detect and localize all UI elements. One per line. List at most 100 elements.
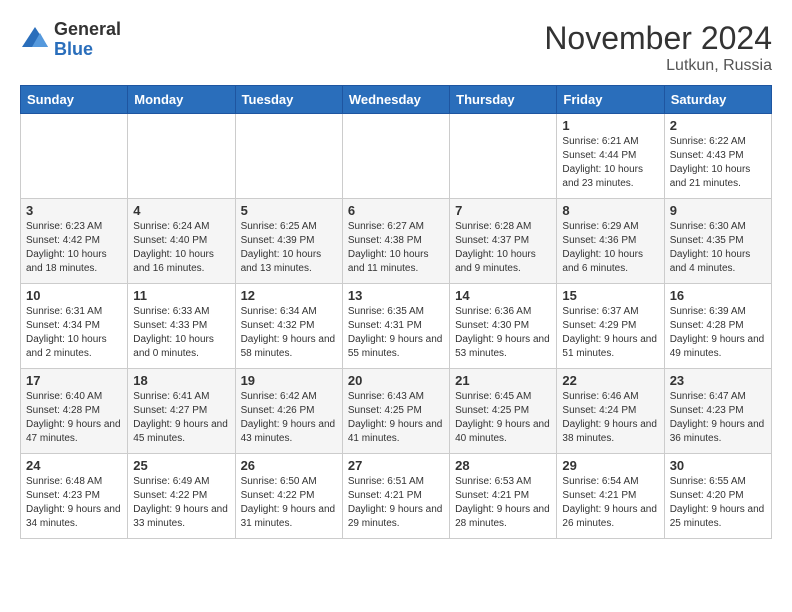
day-number: 9 [670,203,766,218]
day-number: 29 [562,458,658,473]
header-row: SundayMondayTuesdayWednesdayThursdayFrid… [21,86,772,114]
calendar-cell: 14Sunrise: 6:36 AM Sunset: 4:30 PM Dayli… [450,284,557,369]
day-number: 10 [26,288,122,303]
col-header-sunday: Sunday [21,86,128,114]
calendar-cell: 7 Sunrise: 6:28 AM Sunset: 4:37 PM Daylig… [450,199,557,284]
calendar-cell: 10 Sunrise: 6:31 AM Sunset: 4:34 PM Dayli… [21,284,128,369]
day-number: 25 [133,458,229,473]
col-header-friday: Friday [557,86,664,114]
day-number: 23 [670,373,766,388]
day-info: Sunrise: 6:33 AM Sunset: 4:33 PM Dayligh… [133,305,229,361]
week-row-3: 17 Sunrise: 6:40 AM Sunset: 4:28 PM Dayli… [21,369,772,454]
day-number: 7 [455,203,551,218]
week-row-0: 1 Sunrise: 6:21 AM Sunset: 4:44 PM Daylig… [21,114,772,199]
location-title: Lutkun, Russia [544,57,772,75]
day-info: Sunrise: 6:27 AM Sunset: 4:38 PM Dayligh… [348,220,444,276]
calendar-cell: 6 Sunrise: 6:27 AM Sunset: 4:38 PM Daylig… [342,199,449,284]
day-number: 26 [241,458,337,473]
logo-text: General Blue [54,20,121,60]
day-number: 19 [241,373,337,388]
day-info: Sunrise: 6:22 AM Sunset: 4:43 PM Dayligh… [670,135,766,191]
day-number: 8 [562,203,658,218]
calendar-cell: 29 Sunrise: 6:54 AM Sunset: 4:21 PM Dayli… [557,454,664,539]
day-info: Sunrise: 6:51 AM Sunset: 4:21 PM Dayligh… [348,475,444,531]
day-info: Sunrise: 6:29 AM Sunset: 4:36 PM Dayligh… [562,220,658,276]
day-info: Sunrise: 6:35 AM Sunset: 4:31 PM Dayligh… [348,305,444,361]
day-info: Sunrise: 6:25 AM Sunset: 4:39 PM Dayligh… [241,220,337,276]
calendar-cell: 3Sunrise: 6:23 AM Sunset: 4:42 PM Daylig… [21,199,128,284]
day-info: Sunrise: 6:49 AM Sunset: 4:22 PM Dayligh… [133,475,229,531]
calendar-body: 1 Sunrise: 6:21 AM Sunset: 4:44 PM Daylig… [21,114,772,539]
logo-icon [20,25,50,55]
day-info: Sunrise: 6:53 AM Sunset: 4:21 PM Dayligh… [455,475,551,531]
day-number: 5 [241,203,337,218]
day-number: 20 [348,373,444,388]
col-header-tuesday: Tuesday [235,86,342,114]
day-number: 6 [348,203,444,218]
calendar-cell: 15 Sunrise: 6:37 AM Sunset: 4:29 PM Dayli… [557,284,664,369]
calendar-cell: 2 Sunrise: 6:22 AM Sunset: 4:43 PM Daylig… [664,114,771,199]
calendar-cell: 18Sunrise: 6:41 AM Sunset: 4:27 PM Dayli… [128,369,235,454]
day-info: Sunrise: 6:54 AM Sunset: 4:21 PM Dayligh… [562,475,658,531]
calendar-cell: 12 Sunrise: 6:34 AM Sunset: 4:32 PM Dayli… [235,284,342,369]
calendar-cell: 5 Sunrise: 6:25 AM Sunset: 4:39 PM Daylig… [235,199,342,284]
calendar-cell: 25 Sunrise: 6:49 AM Sunset: 4:22 PM Dayli… [128,454,235,539]
day-number: 21 [455,373,551,388]
calendar-cell: 19 Sunrise: 6:42 AM Sunset: 4:26 PM Dayli… [235,369,342,454]
day-number: 2 [670,118,766,133]
day-info: Sunrise: 6:46 AM Sunset: 4:24 PM Dayligh… [562,390,658,446]
calendar-cell: 4Sunrise: 6:24 AM Sunset: 4:40 PM Daylig… [128,199,235,284]
calendar-cell: 28 Sunrise: 6:53 AM Sunset: 4:21 PM Dayli… [450,454,557,539]
calendar-cell: 24 Sunrise: 6:48 AM Sunset: 4:23 PM Dayli… [21,454,128,539]
calendar-cell: 16Sunrise: 6:39 AM Sunset: 4:28 PM Dayli… [664,284,771,369]
day-number: 14 [455,288,551,303]
day-info: Sunrise: 6:21 AM Sunset: 4:44 PM Dayligh… [562,135,658,191]
calendar-table: SundayMondayTuesdayWednesdayThursdayFrid… [20,85,772,539]
calendar-cell: 13 Sunrise: 6:35 AM Sunset: 4:31 PM Dayli… [342,284,449,369]
day-number: 28 [455,458,551,473]
calendar-cell [128,114,235,199]
calendar-cell [342,114,449,199]
col-header-saturday: Saturday [664,86,771,114]
day-number: 12 [241,288,337,303]
logo: General Blue [20,20,121,60]
calendar-cell: 30Sunrise: 6:55 AM Sunset: 4:20 PM Dayli… [664,454,771,539]
day-info: Sunrise: 6:30 AM Sunset: 4:35 PM Dayligh… [670,220,766,276]
day-info: Sunrise: 6:45 AM Sunset: 4:25 PM Dayligh… [455,390,551,446]
day-number: 17 [26,373,122,388]
calendar-cell: 1 Sunrise: 6:21 AM Sunset: 4:44 PM Daylig… [557,114,664,199]
week-row-4: 24 Sunrise: 6:48 AM Sunset: 4:23 PM Dayli… [21,454,772,539]
calendar-cell: 26 Sunrise: 6:50 AM Sunset: 4:22 PM Dayli… [235,454,342,539]
calendar-header: SundayMondayTuesdayWednesdayThursdayFrid… [21,86,772,114]
day-number: 1 [562,118,658,133]
day-info: Sunrise: 6:34 AM Sunset: 4:32 PM Dayligh… [241,305,337,361]
calendar-cell [450,114,557,199]
page-header: General Blue November 2024 Lutkun, Russi… [20,20,772,75]
day-number: 24 [26,458,122,473]
logo-general: General [54,20,121,40]
title-block: November 2024 Lutkun, Russia [544,20,772,75]
day-number: 18 [133,373,229,388]
calendar-cell: 23 Sunrise: 6:47 AM Sunset: 4:23 PM Dayli… [664,369,771,454]
day-info: Sunrise: 6:28 AM Sunset: 4:37 PM Dayligh… [455,220,551,276]
calendar-cell: 21 Sunrise: 6:45 AM Sunset: 4:25 PM Dayli… [450,369,557,454]
day-info: Sunrise: 6:48 AM Sunset: 4:23 PM Dayligh… [26,475,122,531]
calendar-cell: 11Sunrise: 6:33 AM Sunset: 4:33 PM Dayli… [128,284,235,369]
day-info: Sunrise: 6:23 AM Sunset: 4:42 PM Dayligh… [26,220,122,276]
col-header-wednesday: Wednesday [342,86,449,114]
day-number: 13 [348,288,444,303]
calendar-cell [235,114,342,199]
week-row-2: 10 Sunrise: 6:31 AM Sunset: 4:34 PM Dayli… [21,284,772,369]
day-number: 27 [348,458,444,473]
logo-blue: Blue [54,40,121,60]
day-number: 4 [133,203,229,218]
day-info: Sunrise: 6:40 AM Sunset: 4:28 PM Dayligh… [26,390,122,446]
day-info: Sunrise: 6:37 AM Sunset: 4:29 PM Dayligh… [562,305,658,361]
day-info: Sunrise: 6:47 AM Sunset: 4:23 PM Dayligh… [670,390,766,446]
day-number: 30 [670,458,766,473]
day-number: 22 [562,373,658,388]
day-info: Sunrise: 6:42 AM Sunset: 4:26 PM Dayligh… [241,390,337,446]
day-info: Sunrise: 6:50 AM Sunset: 4:22 PM Dayligh… [241,475,337,531]
day-info: Sunrise: 6:31 AM Sunset: 4:34 PM Dayligh… [26,305,122,361]
day-number: 15 [562,288,658,303]
